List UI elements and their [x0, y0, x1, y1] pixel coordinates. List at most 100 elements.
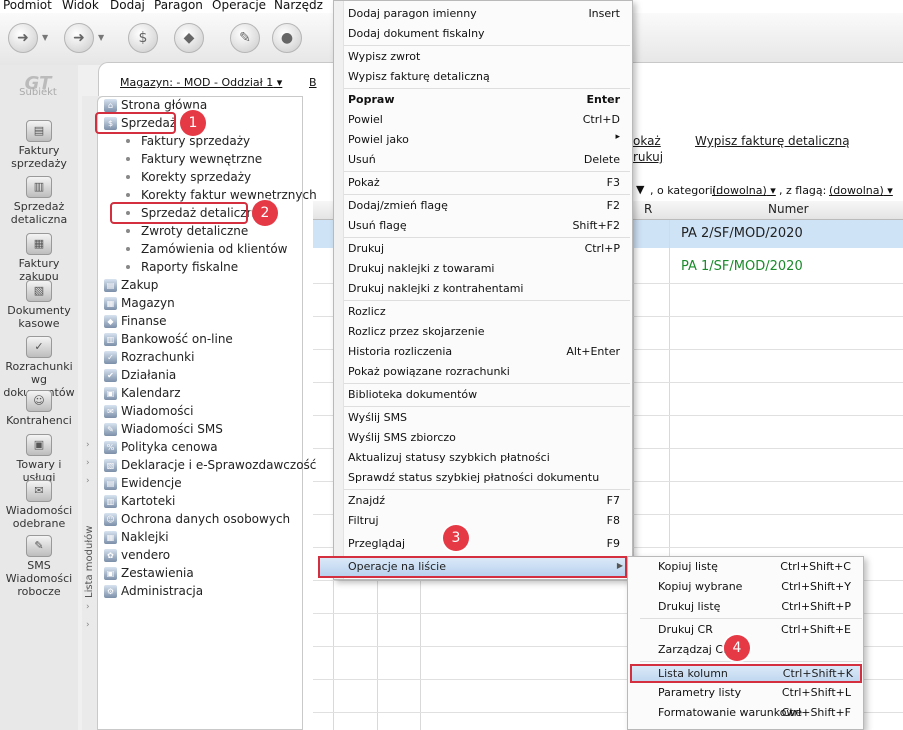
menu-item-sprawdz-status[interactable]: Sprawdź status szybkiej płatności dokume… — [348, 471, 599, 484]
menu-item-wypisz-fakture[interactable]: Wypisz fakturę detaliczną — [348, 70, 490, 83]
module-polityka-cenowa[interactable]: % Polityka cenowa — [104, 438, 218, 456]
leftbar-dokumenty-kasowe[interactable]: ▧ Dokumenty kasowe — [0, 280, 78, 330]
link-drukuj[interactable]: rukuj — [633, 150, 663, 164]
module-vendero[interactable]: ✿ vendero — [104, 546, 170, 564]
submenu-kopiuj-liste[interactable]: Kopiuj listę — [658, 560, 718, 573]
module-bankowosc[interactable]: ▥ Bankowość on-line — [104, 330, 233, 348]
module-finanse[interactable]: ◆ Finanse — [104, 312, 167, 330]
module-wiadomosci[interactable]: ✉ Wiadomości — [104, 402, 193, 420]
menu-item-historia-rozliczenia[interactable]: Historia rozliczenia — [348, 345, 452, 358]
menu-item-wypisz-zwrot[interactable]: Wypisz zwrot — [348, 50, 420, 63]
records-icon: ▤ — [104, 476, 117, 490]
link-pokaz[interactable]: okaż — [633, 134, 661, 148]
module-dzialania[interactable]: ✔ Działania — [104, 366, 176, 384]
menu-item-znajdz[interactable]: Znajdź — [348, 494, 385, 507]
menu-item-wyslij-sms-zbiorczo[interactable]: Wyślij SMS zbiorczo — [348, 431, 456, 444]
module-kalendarz[interactable]: ▣ Kalendarz — [104, 384, 181, 402]
sub-korekty-sprzedazy[interactable]: Korekty sprzedaży — [126, 168, 251, 186]
submenu-drukuj-liste[interactable]: Drukuj listę — [658, 600, 720, 613]
chevron-right-icon[interactable]: › — [86, 602, 90, 612]
chevron-right-icon[interactable]: › — [86, 620, 90, 630]
chevron-right-icon[interactable]: › — [86, 458, 90, 468]
column-numer[interactable]: Numer — [768, 202, 809, 216]
cursor-tool-icon[interactable]: ➜ — [8, 23, 38, 53]
arrow-tool-icon[interactable]: ➜ — [64, 23, 94, 53]
chevron-right-icon[interactable]: › — [86, 476, 90, 486]
sub-zwroty-detaliczne[interactable]: Zwroty detaliczne — [126, 222, 248, 240]
submenu-kopiuj-wybrane[interactable]: Kopiuj wybrane — [658, 580, 742, 593]
module-wiadomosci-sms[interactable]: ✎ Wiadomości SMS — [104, 420, 223, 438]
menu-item-dodaj-flage[interactable]: Dodaj/zmień flagę — [348, 199, 448, 212]
module-administracja[interactable]: ⚙ Administracja — [104, 582, 203, 600]
step-badge-1: 1 — [180, 110, 206, 136]
menu-item-rozlicz-skojarzenie[interactable]: Rozlicz przez skojarzenie — [348, 325, 485, 338]
filter-kategoria-select[interactable]: (dowolna) ▾ — [712, 184, 776, 197]
leftbar-sms[interactable]: ✎ SMS Wiadomości robocze — [0, 535, 78, 598]
submenu-drukuj-cr[interactable]: Drukuj CR — [658, 623, 713, 636]
menu-item-drukuj[interactable]: Drukuj — [348, 242, 384, 255]
menu-item-filtruj[interactable]: Filtruj — [348, 514, 379, 527]
sub-raporty-fiskalne[interactable]: Raporty fiskalne — [126, 258, 238, 276]
module-zakup[interactable]: ▤ Zakup — [104, 276, 158, 294]
chevron-right-icon[interactable]: › — [86, 584, 90, 594]
chevron-down-icon[interactable]: ▼ — [98, 33, 104, 42]
menu-item-dodaj-paragon[interactable]: Dodaj paragon imienny — [348, 7, 477, 20]
link-wypisz-fakture[interactable]: Wypisz fakturę detaliczną — [695, 134, 850, 148]
submenu-parametry-listy[interactable]: Parametry listy — [658, 686, 741, 699]
module-naklejki[interactable]: ▦ Naklejki — [104, 528, 169, 546]
menu-widok[interactable]: Widok — [62, 0, 99, 12]
truncated-link[interactable]: B — [309, 76, 317, 89]
leftbar-faktury-sprzedazy[interactable]: ▤ Faktury sprzedaży — [0, 120, 78, 170]
sub-faktury-wewnetrzne[interactable]: Faktury wewnętrzne — [126, 150, 262, 168]
menu-item-biblioteka[interactable]: Biblioteka dokumentów — [348, 388, 477, 401]
pin-tool-icon[interactable]: ✎ — [230, 23, 260, 53]
menu-item-pokaz[interactable]: Pokaż — [348, 176, 380, 189]
filter-flaga-select[interactable]: (dowolna) ▾ — [829, 184, 893, 197]
chevron-right-icon[interactable]: › — [86, 440, 90, 450]
menu-item-przegladaj[interactable]: Przeglądaj — [348, 537, 405, 550]
menu-operacje[interactable]: Operacje — [212, 0, 266, 12]
menu-narzedzia[interactable]: Narzędz — [274, 0, 323, 12]
module-kartoteki[interactable]: ▥ Kartoteki — [104, 492, 175, 510]
leftbar-towary[interactable]: ▣ Towary i usługi — [0, 434, 78, 484]
module-rozrachunki[interactable]: ✓ Rozrachunki — [104, 348, 194, 366]
menu-item-pokaz-rozrachunki[interactable]: Pokaż powiązane rozrachunki — [348, 365, 510, 378]
leftbar-kontrahenci[interactable]: ☺ Kontrahenci — [0, 390, 78, 427]
menu-item-usun-flage[interactable]: Usuń flagę — [348, 219, 407, 232]
module-zestawienia[interactable]: ▣ Zestawienia — [104, 564, 194, 582]
menu-item-powiel[interactable]: Powiel — [348, 113, 383, 126]
module-magazyn[interactable]: ▦ Magazyn — [104, 294, 175, 312]
menu-paragon[interactable]: Paragon — [154, 0, 203, 12]
module-deklaracje[interactable]: ▧ Deklaracje i e-Sprawozdawczość — [104, 456, 316, 474]
menu-item-drukuj-naklejki-towary[interactable]: Drukuj naklejki z towarami — [348, 262, 495, 275]
menu-podmiot[interactable]: Podmiot — [3, 0, 52, 12]
row-numer[interactable]: PA 2/SF/MOD/2020 — [681, 226, 803, 241]
menu-item-wyslij-sms[interactable]: Wyślij SMS — [348, 411, 407, 424]
module-ochrona-danych[interactable]: ☺ Ochrona danych osobowych — [104, 510, 290, 528]
submenu-zarzadzaj-cr[interactable]: Zarządzaj CR — [658, 643, 731, 656]
chevron-down-icon[interactable]: ▼ — [42, 33, 48, 42]
stamp-tool-icon[interactable]: ● — [272, 23, 302, 53]
row-numer[interactable]: PA 1/SF/MOD/2020 — [681, 259, 803, 274]
menu-item-powiel-jako[interactable]: Powiel jako — [348, 133, 409, 146]
submenu-formatowanie-warunkowe[interactable]: Formatowanie warunkowe — [658, 706, 802, 719]
leftbar-faktury-zakupu[interactable]: ▦ Faktury zakupu — [0, 233, 78, 283]
menu-item-usun[interactable]: Usuń — [348, 153, 376, 166]
menu-dodaj[interactable]: Dodaj — [110, 0, 145, 12]
eraser-tool-icon[interactable]: ◆ — [174, 23, 204, 53]
chevron-down-icon[interactable]: ▼ — [636, 183, 644, 196]
menu-item-rozlicz[interactable]: Rozlicz — [348, 305, 386, 318]
menu-item-dodaj-dokument-fiskalny[interactable]: Dodaj dokument fiskalny — [348, 27, 485, 40]
menu-item-operacje-na-liscie[interactable]: Operacje na liście ▶ — [318, 556, 627, 578]
module-ewidencje[interactable]: ▤ Ewidencje — [104, 474, 182, 492]
leftbar-sprzedaz-detaliczna[interactable]: ▥ Sprzedaż detaliczna — [0, 176, 78, 226]
dollar-tool-icon[interactable]: $ — [128, 23, 158, 53]
submenu-lista-kolumn[interactable]: Lista kolumn Ctrl+Shift+K — [630, 664, 862, 683]
sub-zamowienia[interactable]: Zamówienia od klientów — [126, 240, 287, 258]
warehouse-selector[interactable]: Magazyn: - MOD - Oddział 1 ▾ — [120, 76, 282, 89]
column-r[interactable]: R — [644, 202, 652, 216]
leftbar-wiadomosci[interactable]: ✉ Wiadomości odebrane — [0, 480, 78, 530]
menu-item-drukuj-naklejki-kontrahenci[interactable]: Drukuj naklejki z kontrahentami — [348, 282, 523, 295]
menu-item-aktualizuj-statusy[interactable]: Aktualizuj statusy szybkich płatności — [348, 451, 550, 464]
menu-item-popraw[interactable]: Popraw — [348, 93, 395, 106]
